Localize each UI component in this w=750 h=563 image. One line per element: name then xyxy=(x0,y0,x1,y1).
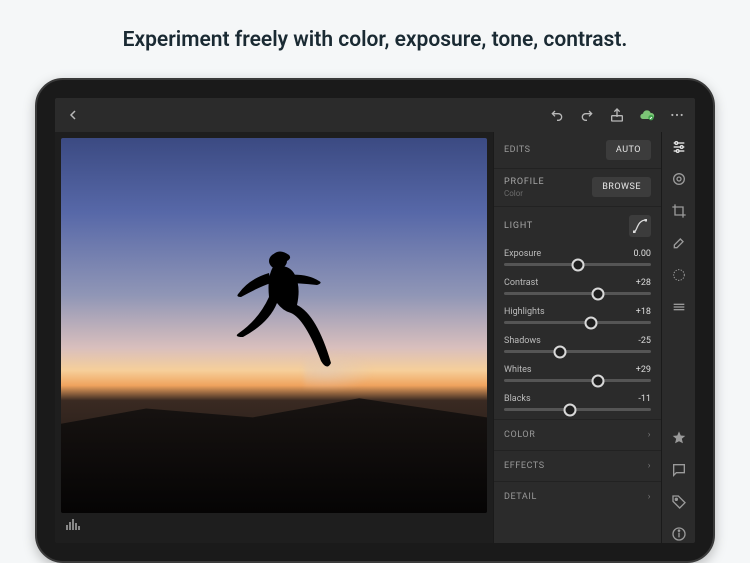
chevron-right-icon: › xyxy=(648,430,651,440)
slider-knob[interactable] xyxy=(564,403,577,416)
app-body: EDITS AUTO PROFILE Color BROWSE LIGHT xyxy=(55,132,695,543)
share-icon[interactable] xyxy=(609,107,625,123)
slider-track[interactable] xyxy=(504,408,651,411)
tag-icon[interactable] xyxy=(670,493,688,511)
crop-icon[interactable] xyxy=(670,202,688,220)
comment-icon[interactable] xyxy=(670,461,688,479)
slider-knob[interactable] xyxy=(592,287,605,300)
slider-value: +18 xyxy=(636,307,651,317)
edits-label: EDITS xyxy=(504,145,531,155)
target-adjust-icon[interactable] xyxy=(670,170,688,188)
detail-label: DETAIL xyxy=(504,492,537,502)
marketing-headline: Experiment freely with color, exposure, … xyxy=(123,28,628,52)
linear-gradient-icon[interactable] xyxy=(670,298,688,316)
histogram-icon[interactable] xyxy=(65,516,81,535)
slider-exposure: Exposure 0.00 xyxy=(494,245,661,274)
color-section[interactable]: COLOR › xyxy=(494,419,661,450)
slider-track[interactable] xyxy=(504,350,651,353)
edited-photo xyxy=(61,138,487,513)
slider-label: Contrast xyxy=(504,278,538,288)
info-icon[interactable] xyxy=(670,525,688,543)
tablet-frame: EDITS AUTO PROFILE Color BROWSE LIGHT xyxy=(35,78,715,563)
slider-knob[interactable] xyxy=(584,316,597,329)
chevron-right-icon: › xyxy=(648,461,651,471)
slider-contrast: Contrast +28 xyxy=(494,274,661,303)
auto-button[interactable]: AUTO xyxy=(606,140,651,160)
top-toolbar xyxy=(55,98,695,132)
slider-knob[interactable] xyxy=(553,345,566,358)
effects-section[interactable]: EFFECTS › xyxy=(494,450,661,481)
browse-button[interactable]: BROWSE xyxy=(592,177,651,197)
back-icon[interactable] xyxy=(65,107,81,123)
slider-whites: Whites +29 xyxy=(494,361,661,390)
light-section-label: LIGHT xyxy=(504,221,533,231)
radial-filter-icon[interactable] xyxy=(670,266,688,284)
slider-track[interactable] xyxy=(504,263,651,266)
color-label: COLOR xyxy=(504,430,535,440)
slider-value: +28 xyxy=(636,278,651,288)
brush-icon[interactable] xyxy=(670,234,688,252)
tool-rail xyxy=(661,132,695,543)
slider-track[interactable] xyxy=(504,292,651,295)
slider-knob[interactable] xyxy=(592,374,605,387)
slider-label: Shadows xyxy=(504,336,541,346)
slider-track[interactable] xyxy=(504,321,651,324)
edit-panel: EDITS AUTO PROFILE Color BROWSE LIGHT xyxy=(493,132,661,543)
effects-label: EFFECTS xyxy=(504,461,545,471)
slider-knob[interactable] xyxy=(571,258,584,271)
photo-canvas[interactable] xyxy=(55,132,493,543)
slider-value: -11 xyxy=(638,394,651,404)
slider-value: -25 xyxy=(638,336,651,346)
slider-blacks: Blacks -11 xyxy=(494,390,661,419)
slider-highlights: Highlights +18 xyxy=(494,303,661,332)
more-icon[interactable] xyxy=(669,107,685,123)
undo-icon[interactable] xyxy=(549,107,565,123)
slider-shadows: Shadows -25 xyxy=(494,332,661,361)
slider-value: +29 xyxy=(636,365,651,375)
star-icon[interactable] xyxy=(670,429,688,447)
cloud-sync-icon[interactable] xyxy=(639,107,655,123)
slider-label: Highlights xyxy=(504,307,545,317)
slider-label: Blacks xyxy=(504,394,531,404)
profile-value: Color xyxy=(504,189,544,198)
tone-curve-button[interactable] xyxy=(629,215,651,237)
app-screen: EDITS AUTO PROFILE Color BROWSE LIGHT xyxy=(55,98,695,543)
chevron-right-icon: › xyxy=(648,492,651,502)
slider-label: Exposure xyxy=(504,249,541,259)
slider-track[interactable] xyxy=(504,379,651,382)
slider-value: 0.00 xyxy=(633,249,651,259)
adjust-sliders-icon[interactable] xyxy=(670,138,688,156)
profile-label: PROFILE xyxy=(504,177,544,187)
slider-label: Whites xyxy=(504,365,532,375)
detail-section[interactable]: DETAIL › xyxy=(494,481,661,512)
redo-icon[interactable] xyxy=(579,107,595,123)
